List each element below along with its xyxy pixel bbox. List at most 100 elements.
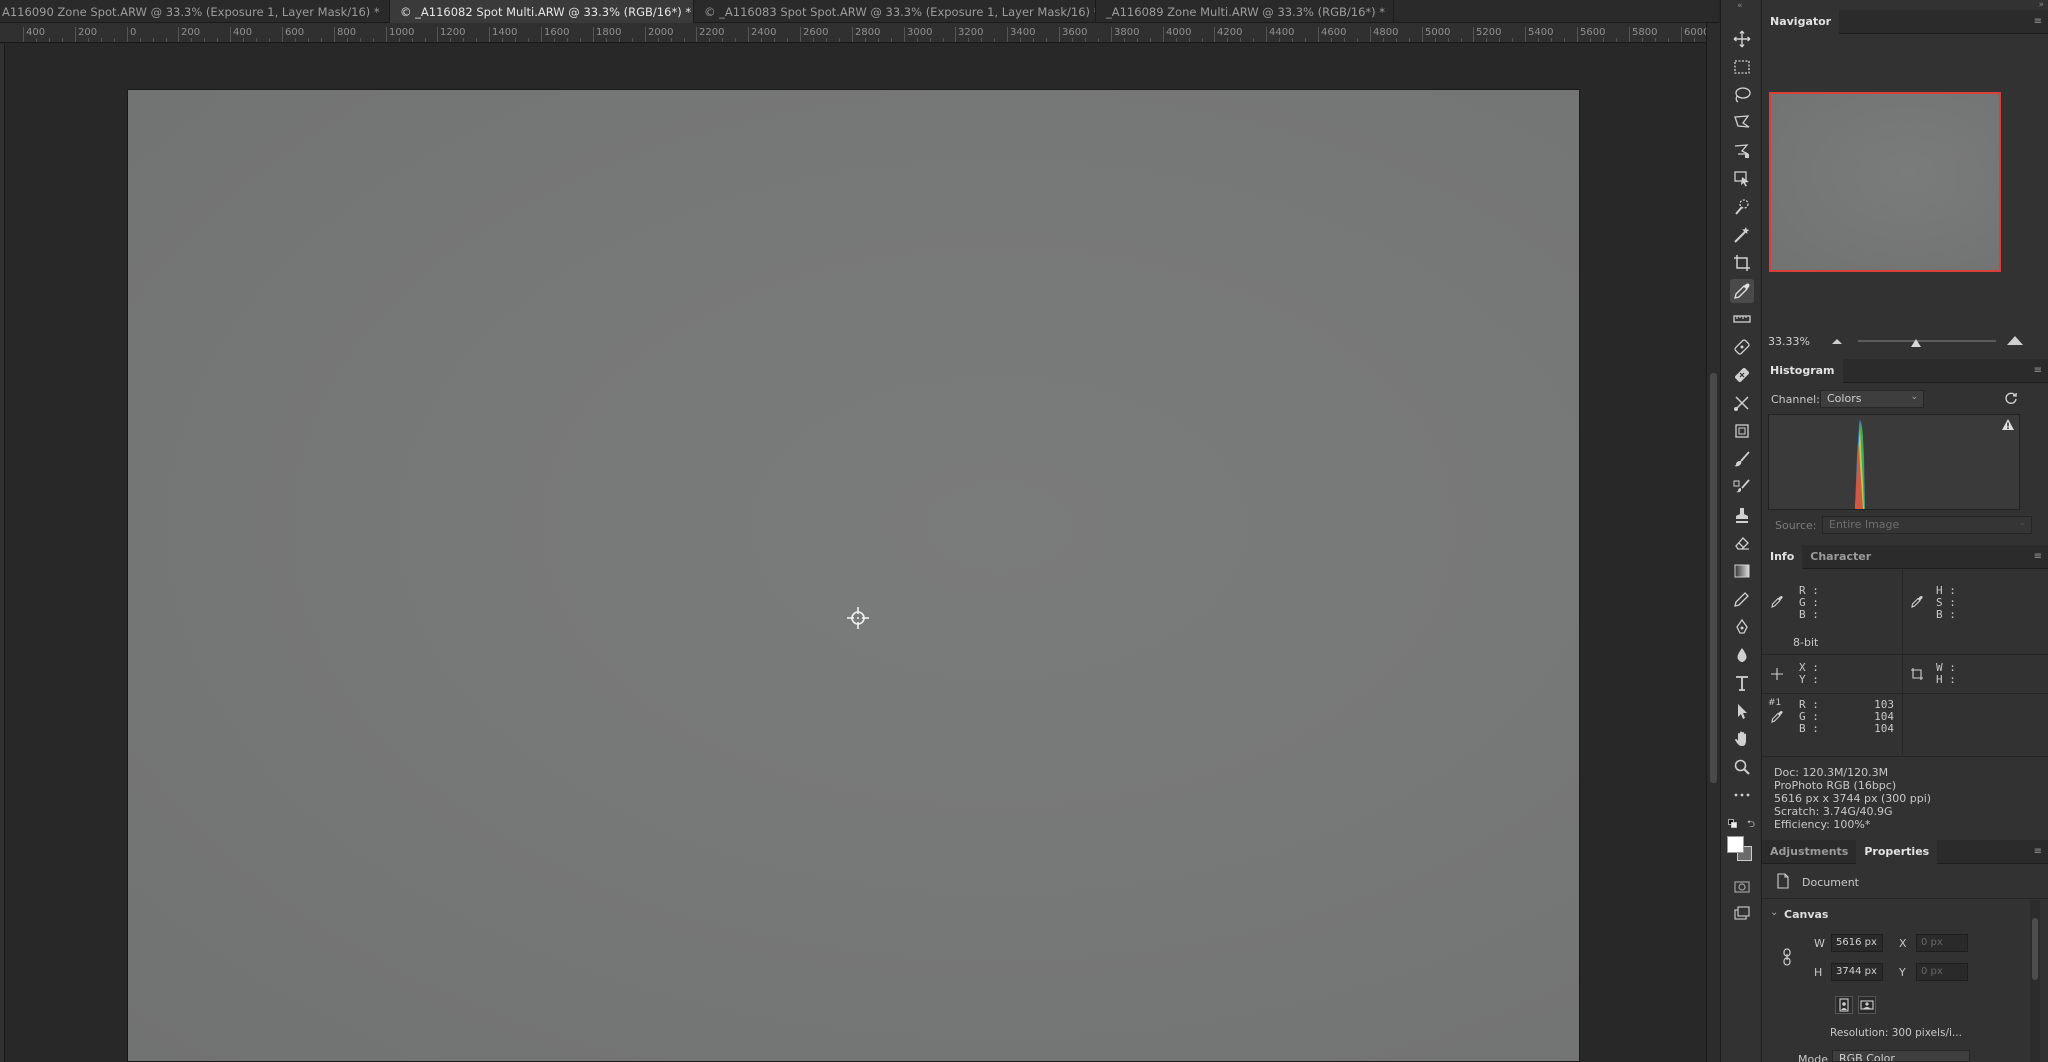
collapse-icon[interactable]: « <box>1737 1 1743 11</box>
ruler-tick <box>230 27 231 42</box>
pen-tool-icon[interactable] <box>1730 615 1754 639</box>
expand-panels-icon[interactable]: » <box>2038 0 2044 10</box>
ruler-tick <box>1163 27 1164 42</box>
screen-mode-icon[interactable] <box>1730 902 1754 926</box>
canvas-section-title[interactable]: Canvas <box>1784 908 1828 921</box>
default-colors-icon[interactable] <box>1728 818 1737 828</box>
ruler-minor-tick <box>606 38 607 42</box>
crosshair-icon[interactable] <box>1770 667 1784 681</box>
path-selection-icon[interactable] <box>1730 699 1754 723</box>
ruler-minor-tick <box>865 38 866 42</box>
ruler-minor-tick <box>1033 38 1034 42</box>
zoom-out-icon[interactable] <box>1830 336 1844 349</box>
scrollbar-thumb[interactable] <box>1710 373 1717 783</box>
bit-depth-label[interactable]: 8-bit <box>1793 636 1818 649</box>
panel-menu-icon[interactable]: ≡ <box>2034 16 2042 27</box>
content-aware-move-icon[interactable] <box>1730 391 1754 415</box>
vertical-scrollbar[interactable] <box>1706 23 1720 1062</box>
quick-selection-icon[interactable] <box>1730 195 1754 219</box>
ruler-minor-tick <box>1435 38 1436 42</box>
more-tools-icon[interactable] <box>1730 783 1754 807</box>
chevron-down-icon[interactable]: ⌄ <box>1770 907 1778 918</box>
panel-menu-icon[interactable]: ≡ <box>2034 846 2042 857</box>
color-sampler-icon[interactable] <box>1770 709 1784 723</box>
move-tool-icon[interactable] <box>1730 27 1754 51</box>
polygonal-lasso-icon[interactable] <box>1730 111 1754 135</box>
resolution-label: Resolution: 300 pixels/i... <box>1830 1027 1962 1039</box>
ruler-tick <box>1681 27 1682 42</box>
landscape-orientation-icon[interactable] <box>1858 996 1876 1014</box>
portrait-orientation-icon[interactable] <box>1835 996 1853 1014</box>
healing-brush-icon[interactable] <box>1730 363 1754 387</box>
magnetic-lasso-icon[interactable] <box>1730 139 1754 163</box>
refresh-icon[interactable] <box>2004 391 2018 408</box>
panel-menu-icon[interactable]: ≡ <box>2034 365 2042 376</box>
tab-histogram[interactable]: Histogram <box>1762 358 1843 383</box>
eyedropper-icon[interactable] <box>1910 594 1924 608</box>
mode-dropdown[interactable]: RGB Color <box>1832 1050 1970 1062</box>
tab-adjustments[interactable]: Adjustments <box>1762 840 1856 864</box>
zoom-slider-track[interactable] <box>1858 340 1996 342</box>
clone-stamp-icon[interactable] <box>1730 503 1754 527</box>
tab-info[interactable]: Info <box>1762 544 1803 569</box>
ruler-minor-tick <box>1176 38 1177 42</box>
tab-character[interactable]: Character <box>1802 545 1879 569</box>
lasso-icon[interactable] <box>1730 83 1754 107</box>
scrollbar-thumb[interactable] <box>2032 918 2038 980</box>
document-canvas[interactable] <box>127 89 1580 1062</box>
magic-wand-icon[interactable] <box>1730 223 1754 247</box>
ruler-minor-tick <box>567 38 568 42</box>
spot-healing-brush-icon[interactable] <box>1730 335 1754 359</box>
link-dimensions-icon[interactable] <box>1782 948 1792 969</box>
zoom-tool-icon[interactable] <box>1730 755 1754 779</box>
brush-icon[interactable] <box>1730 447 1754 471</box>
gradient-icon[interactable] <box>1730 559 1754 583</box>
canvas-workspace[interactable] <box>5 44 1706 1062</box>
properties-scrollbar[interactable] <box>2030 900 2040 1062</box>
eraser-icon[interactable] <box>1730 531 1754 555</box>
ruler-tick-label: 0 <box>130 27 137 38</box>
type-tool-icon[interactable] <box>1730 671 1754 695</box>
channel-dropdown[interactable]: Colors ⌄ <box>1820 390 1924 408</box>
blur-drop-icon[interactable] <box>1730 643 1754 667</box>
ruler-tick <box>541 27 542 42</box>
ruler-tick-label: 4400 <box>1269 27 1295 38</box>
ruler-minor-tick <box>321 38 322 42</box>
hand-tool-icon[interactable] <box>1730 727 1754 751</box>
doc-tab-a116082[interactable]: © _A116082 Spot Multi.ARW @ 33.3% (RGB/1… <box>390 0 694 23</box>
ruler-tick-label: 5600 <box>1580 27 1606 38</box>
y-label: Y <box>1899 966 1906 979</box>
quick-mask-icon[interactable] <box>1730 875 1754 899</box>
eyedropper-icon[interactable] <box>1770 594 1784 608</box>
height-field[interactable]: 3744 px <box>1831 963 1883 981</box>
navigator-preview[interactable] <box>1769 92 2001 272</box>
width-field[interactable]: 5616 px <box>1831 934 1883 952</box>
eyedropper-icon[interactable] <box>1730 279 1754 303</box>
ruler-minor-tick <box>1590 38 1591 42</box>
swap-colors-icon[interactable]: ⮌ <box>1747 817 1755 834</box>
zoom-slider-handle[interactable] <box>1911 339 1921 347</box>
horizontal-ruler[interactable]: 400 200 0 200 400 600 800 1000 1200 1400 1600 1800 2… <box>0 23 1706 43</box>
tab-properties[interactable]: Properties <box>1856 839 1938 864</box>
ruler-minor-tick <box>1020 38 1021 42</box>
doc-tab-a116083[interactable]: © _A116083 Spot Spot.ARW @ 33.3% (Exposu… <box>694 0 1096 23</box>
zoom-level[interactable]: 33.33% <box>1768 335 1810 348</box>
ruler-tool-icon[interactable] <box>1730 307 1754 331</box>
zoom-in-icon[interactable] <box>2006 334 2024 349</box>
close-icon[interactable]: × <box>1393 5 1394 19</box>
patch-tool-icon[interactable] <box>1730 419 1754 443</box>
pencil-icon[interactable] <box>1730 587 1754 611</box>
ruler-minor-tick <box>1189 38 1190 42</box>
panel-menu-icon[interactable]: ≡ <box>2034 551 2042 562</box>
object-selection-icon[interactable] <box>1730 167 1754 191</box>
color-sampler-crosshair-icon[interactable] <box>846 606 870 630</box>
rectangular-marquee-icon[interactable] <box>1730 55 1754 79</box>
doc-tab-a116089[interactable]: _A116089 Zone Multi.ARW @ 33.3% (RGB/16*… <box>1096 0 1394 23</box>
doc-tab-a116090[interactable]: A116090 Zone Spot.ARW @ 33.3% (Exposure … <box>0 0 390 23</box>
crop-icon[interactable] <box>1730 251 1754 275</box>
warning-icon[interactable] <box>2001 418 2015 434</box>
tab-navigator[interactable]: Navigator <box>1762 9 1840 34</box>
foreground-color-swatch[interactable] <box>1727 836 1744 853</box>
info-divider <box>1902 570 1903 755</box>
color-replacement-brush-icon[interactable] <box>1730 475 1754 499</box>
